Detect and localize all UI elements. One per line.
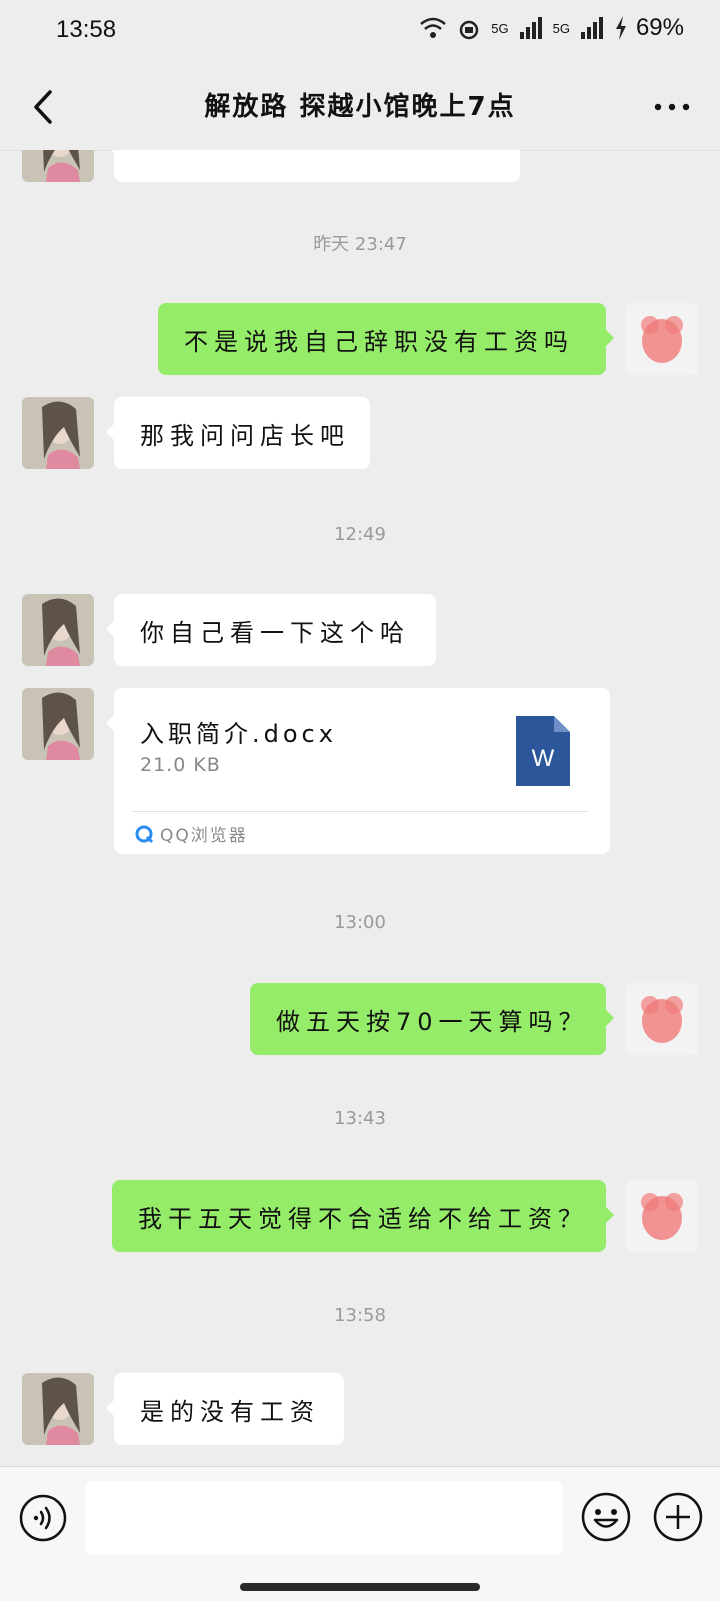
status-time: 13:58 xyxy=(56,16,117,43)
message-bubble[interactable]: 我干五天觉得不合适给不给工资？ xyxy=(112,1180,614,1252)
emoji-icon[interactable] xyxy=(580,1491,632,1543)
avatar[interactable] xyxy=(22,688,94,760)
timestamp: 13:00 xyxy=(334,912,386,933)
message-bubble[interactable]: 做五天按70一天算吗？ xyxy=(250,983,614,1055)
timestamp: 12:49 xyxy=(334,524,386,545)
message-row: 做五天按70一天算吗？ xyxy=(0,983,720,1055)
voice-icon[interactable] xyxy=(18,1493,68,1543)
file-icon-letter: W xyxy=(532,745,555,772)
more-dots-icon[interactable] xyxy=(652,92,692,122)
message-bubble[interactable]: 那我问问店长吧 xyxy=(106,397,370,469)
wifi-icon xyxy=(420,17,447,38)
message-row: 我干五天觉得不合适给不给工资？ xyxy=(0,1180,720,1252)
avatar[interactable] xyxy=(626,1180,698,1252)
message-row: 不是说我自己辞职没有工资吗 xyxy=(0,303,720,375)
timestamp: 13:58 xyxy=(334,1305,386,1326)
chat-input-bar xyxy=(0,1466,720,1601)
status-icons: 5G 5G 69% xyxy=(419,14,684,42)
message-row: 你自己看一下这个哈 xyxy=(0,594,720,666)
file-name: 入职简介.docx xyxy=(140,720,337,748)
battery-level: 69% xyxy=(635,14,684,41)
avatar[interactable] xyxy=(626,983,698,1055)
file-message-card[interactable]: 入职简介.docx 21.0 KB W QQ浏览器 xyxy=(106,688,610,854)
message-row: 是的没有工资 xyxy=(0,1373,720,1445)
timestamp: 昨天 23:47 xyxy=(313,234,407,255)
avatar[interactable] xyxy=(22,1373,94,1445)
message-bubble[interactable]: 是的没有工资 xyxy=(106,1373,344,1445)
home-indicator[interactable] xyxy=(240,1583,480,1591)
file-size: 21.0 KB xyxy=(140,754,221,776)
signal-icon xyxy=(580,17,603,39)
message-row: 那我问问店长吧 xyxy=(0,397,720,469)
word-document-icon: W xyxy=(516,716,570,786)
signal-icon xyxy=(519,17,542,39)
avatar[interactable] xyxy=(22,594,94,666)
message-bubble[interactable]: 你自己看一下这个哈 xyxy=(106,594,436,666)
chat-title: 解放路 探越小馆晚上7点 xyxy=(204,92,516,122)
qq-browser-icon xyxy=(135,825,154,843)
avatar[interactable] xyxy=(22,397,94,469)
avatar[interactable] xyxy=(626,303,698,375)
file-source-label: QQ浏览器 xyxy=(160,826,248,846)
chat-header: 解放路 探越小馆晚上7点 xyxy=(0,64,720,151)
plus-icon[interactable] xyxy=(652,1491,704,1543)
message-bubble[interactable]: 不是说我自己辞职没有工资吗 xyxy=(158,303,614,375)
network-label-1: 5G xyxy=(491,20,509,36)
charging-icon xyxy=(615,16,626,40)
message-input[interactable] xyxy=(86,1481,562,1555)
file-source: QQ浏览器 xyxy=(134,821,248,846)
network-label-2: 5G xyxy=(552,20,570,36)
hd-call-icon xyxy=(460,20,479,40)
divider xyxy=(132,811,588,812)
status-bar: 13:58 5G 5G 69% xyxy=(0,0,720,64)
timestamp: 13:43 xyxy=(334,1108,386,1129)
